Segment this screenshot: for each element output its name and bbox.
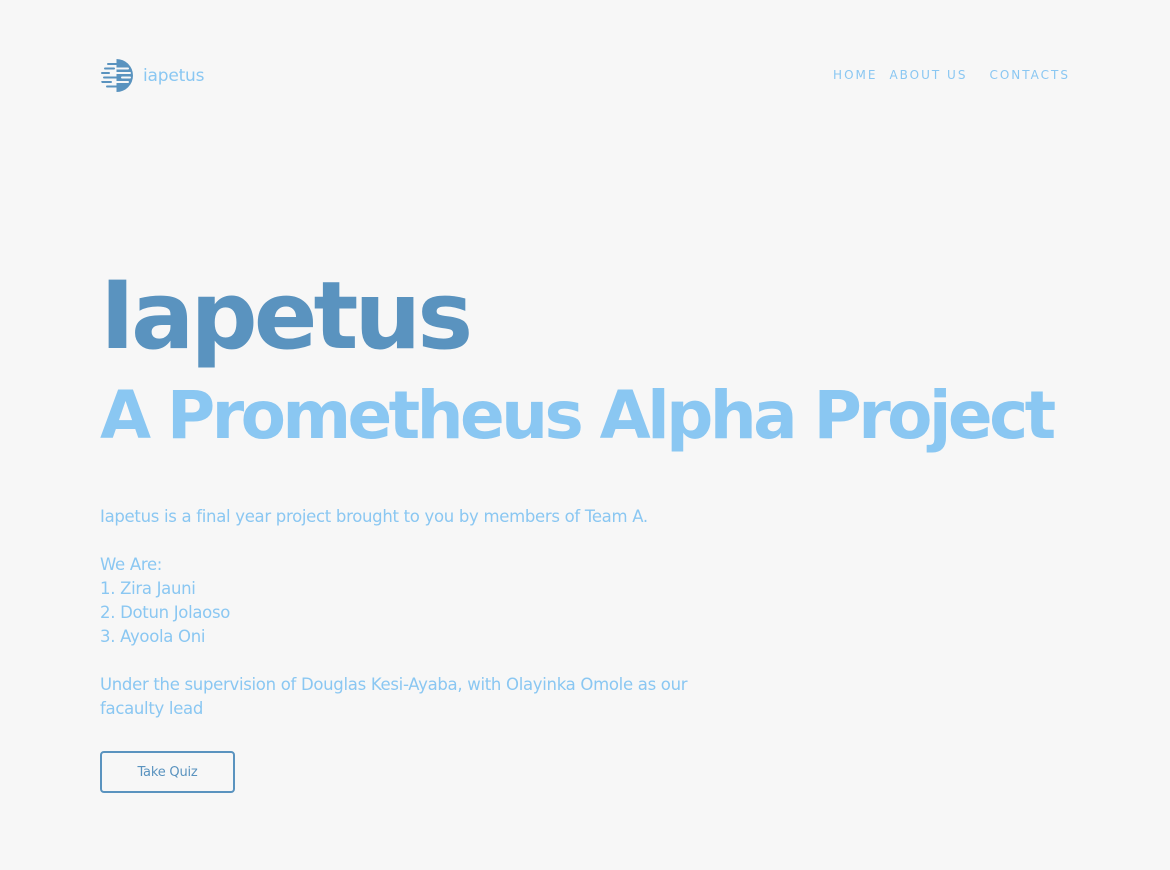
nav-contacts-link[interactable]: CONTACTS: [989, 68, 1070, 82]
page: iapetus HOME ABOUT US CONTACTS Iapetus A…: [0, 0, 1170, 870]
main-nav: HOME ABOUT US CONTACTS: [833, 68, 1070, 82]
supervision-text: Under the supervision of Douglas Kesi-Ay…: [100, 675, 688, 718]
members-heading: We Are:: [100, 555, 163, 574]
nav-about-link[interactable]: ABOUT US: [889, 68, 967, 82]
member-item: 2. Dotun Jolaoso: [100, 603, 231, 622]
member-item: 1. Zira Jauni: [100, 579, 196, 598]
nav-home-link[interactable]: HOME: [833, 68, 877, 82]
brand-name: iapetus: [143, 65, 205, 86]
hero-subtitle: A Prometheus Alpha Project: [100, 377, 1056, 454]
team-members: We Are: 1. Zira Jauni 2. Dotun Jolaoso 3…: [100, 553, 230, 649]
member-item: 3. Ayoola Oni: [100, 627, 206, 646]
take-quiz-button[interactable]: Take Quiz: [100, 751, 235, 793]
hero-title: Iapetus: [100, 262, 473, 371]
iapetus-logo-icon: [101, 59, 133, 92]
intro-text: Iapetus is a final year project brought …: [100, 507, 648, 526]
brand-logo[interactable]: iapetus: [100, 59, 204, 92]
